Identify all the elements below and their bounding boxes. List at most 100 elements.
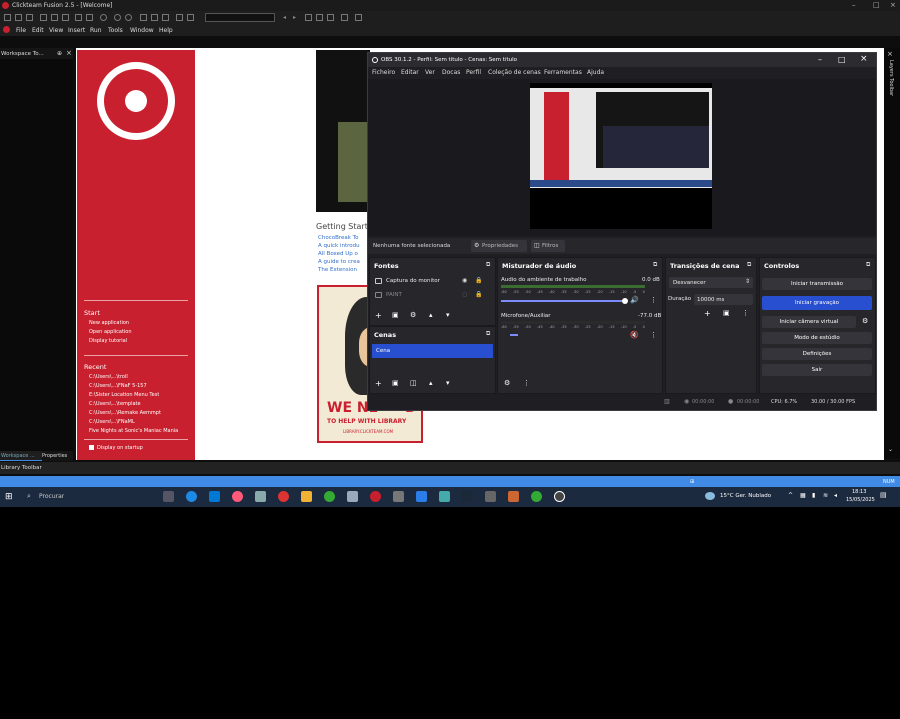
obs-close-icon[interactable]: ×: [860, 54, 868, 64]
grid-icon[interactable]: [151, 14, 158, 21]
more-options-icon[interactable]: ⋮: [742, 309, 749, 317]
frame2-icon[interactable]: [316, 14, 323, 21]
tutorial-link[interactable]: A guide to crea: [318, 259, 368, 265]
more-options-icon[interactable]: ⋮: [650, 296, 657, 304]
undock-icon[interactable]: ⧉: [653, 261, 657, 269]
settings-button[interactable]: Definições: [762, 348, 872, 360]
paste-icon[interactable]: [62, 14, 69, 21]
scroll-down-icon[interactable]: ⌄: [888, 446, 893, 453]
recent-item[interactable]: C:\Users\...\template: [89, 401, 141, 407]
notifications-icon[interactable]: ▤: [880, 491, 887, 499]
speaker-muted-icon[interactable]: 🔇: [630, 331, 639, 339]
display-tutorial-link[interactable]: Display tutorial: [89, 338, 127, 344]
tutorial-link[interactable]: The Extension: [318, 267, 368, 273]
new-icon[interactable]: [4, 14, 11, 21]
lock-icon[interactable]: 🔒: [475, 291, 482, 298]
speaker-icon[interactable]: 🔊: [630, 296, 639, 304]
lock-icon[interactable]: 🔒: [475, 277, 482, 284]
menu-help[interactable]: Help: [159, 27, 173, 34]
app-icon[interactable]: [439, 491, 450, 502]
obs-menu-ver[interactable]: Ver: [425, 69, 435, 76]
task-view-icon[interactable]: [163, 491, 174, 502]
menu-insert[interactable]: Insert: [68, 27, 85, 34]
edge-icon[interactable]: [186, 491, 197, 502]
wifi-icon[interactable]: ≋: [823, 492, 828, 499]
app-icon[interactable]: [393, 491, 404, 502]
clickteam-taskbar-icon[interactable]: [370, 491, 381, 502]
windows-start-icon[interactable]: ⊞: [5, 492, 13, 502]
undock-icon[interactable]: ⧉: [747, 261, 751, 269]
tutorial-link[interactable]: All Boxed Up o: [318, 251, 368, 257]
copy-icon[interactable]: [51, 14, 58, 21]
move-up-icon[interactable]: ▴: [429, 311, 433, 319]
app-icon[interactable]: [531, 491, 542, 502]
menu-window[interactable]: Window: [130, 27, 154, 34]
layers-close-icon[interactable]: ×: [887, 50, 893, 58]
undock-icon[interactable]: ⧉: [866, 261, 870, 269]
start-streaming-button[interactable]: Iniciar transmissão: [762, 278, 872, 290]
recent-item[interactable]: C:\Users\...\Remake Aemmpt: [89, 410, 161, 416]
menu-tools[interactable]: Tools: [108, 27, 123, 34]
minimize-icon[interactable]: –: [852, 1, 856, 9]
scene-filter-icon[interactable]: ◫: [410, 379, 417, 387]
menu-edit[interactable]: Edit: [32, 27, 44, 34]
add-transition-icon[interactable]: +: [704, 309, 711, 318]
volume-slider[interactable]: [501, 300, 627, 302]
chrome-icon[interactable]: [324, 491, 335, 502]
trash-icon[interactable]: ▣: [723, 309, 730, 317]
menu-view[interactable]: View: [49, 27, 63, 34]
snap-icon[interactable]: [187, 14, 194, 21]
redo-icon[interactable]: [86, 14, 93, 21]
panel-close-icon[interactable]: ×: [66, 49, 72, 57]
tutorial-link[interactable]: ChocoBreak To: [318, 235, 368, 241]
volume-slider[interactable]: [510, 334, 518, 336]
scene-item-cena[interactable]: Cena: [372, 344, 493, 358]
battery-icon[interactable]: ▮: [812, 492, 815, 499]
add-scene-icon[interactable]: +: [375, 379, 382, 388]
zoom-dropdown[interactable]: [205, 13, 275, 22]
obs-menu-colecao[interactable]: Coleção de cenas: [488, 69, 541, 76]
move-down-icon[interactable]: ▾: [446, 311, 450, 319]
mixer-settings-icon[interactable]: ⚙: [504, 379, 510, 387]
clock-time[interactable]: 18:13: [852, 489, 866, 495]
cut-icon[interactable]: [40, 14, 47, 21]
maximize-icon[interactable]: □: [873, 1, 880, 9]
source-item-monitor[interactable]: Captura do monitor ◉ 🔒: [372, 276, 494, 287]
volume-slider-handle[interactable]: [622, 298, 628, 304]
obs-menu-perfil[interactable]: Perfil: [466, 69, 481, 76]
frame3-icon[interactable]: [327, 14, 334, 21]
tab-properties[interactable]: Properties: [42, 451, 73, 461]
store-icon[interactable]: [209, 491, 220, 502]
obs-menu-docas[interactable]: Docas: [442, 69, 460, 76]
next-icon[interactable]: ▸: [293, 14, 300, 21]
pin-icon[interactable]: ⊕: [57, 50, 62, 57]
obs-taskbar-icon[interactable]: [554, 491, 565, 502]
trash-icon[interactable]: ▣: [392, 379, 399, 387]
open-application-link[interactable]: Open application: [89, 329, 132, 335]
undock-icon[interactable]: ⧉: [486, 261, 490, 269]
search-icon[interactable]: ⌕: [27, 492, 31, 501]
exit-button[interactable]: Sair: [762, 364, 872, 376]
weather-widget[interactable]: 15°C Ger. Nublado: [720, 493, 771, 499]
recent-item[interactable]: C:\Users\...\troll: [89, 374, 128, 380]
layout-icon[interactable]: [140, 14, 147, 21]
align-icon[interactable]: [176, 14, 183, 21]
chevron-up-icon[interactable]: ^: [788, 492, 793, 499]
source-settings-icon[interactable]: ⚙: [410, 311, 416, 319]
recent-item[interactable]: C:\Users\...\FNaF 5-157: [89, 383, 147, 389]
frame-icon[interactable]: [305, 14, 312, 21]
transition-dropdown[interactable]: Desvanecer ⇕: [669, 277, 753, 288]
window-icon[interactable]: [341, 14, 348, 21]
app-icon[interactable]: [508, 491, 519, 502]
obs-menu-ficheiro[interactable]: Ficheiro: [372, 69, 395, 76]
recent-item[interactable]: C:\Users\...\FNaML: [89, 419, 135, 425]
virtual-camera-settings-icon[interactable]: ⚙: [862, 317, 868, 325]
steam-icon[interactable]: [462, 491, 473, 502]
obs-menu-ajuda[interactable]: Ajuda: [587, 69, 604, 76]
menu-file[interactable]: File: [16, 27, 26, 34]
open-icon[interactable]: [15, 14, 22, 21]
start-virtual-camera-button[interactable]: Iniciar câmera virtual: [762, 316, 856, 328]
obs-maximize-icon[interactable]: □: [838, 55, 846, 64]
taskbar-search[interactable]: Procurar: [39, 493, 64, 500]
eye-icon[interactable]: ◉: [462, 277, 467, 284]
